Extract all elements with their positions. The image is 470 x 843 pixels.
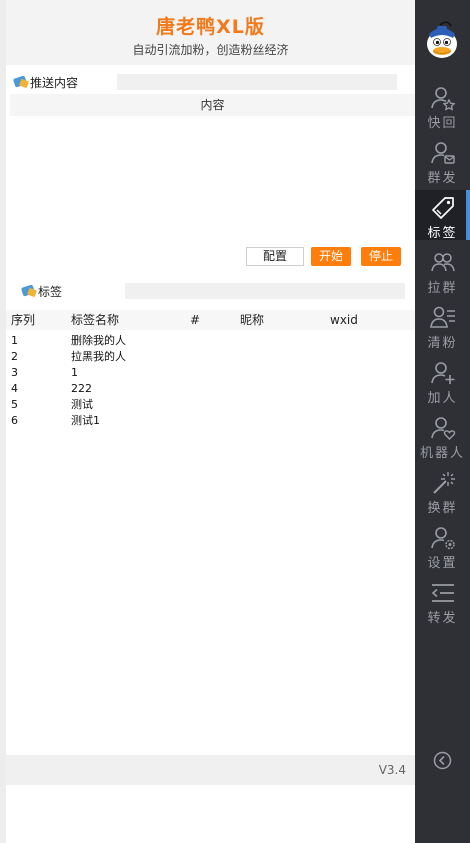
user-star-icon	[430, 87, 455, 111]
cell-tag-name: 拉黑我的人	[71, 350, 126, 363]
tag-table[interactable]: 序列 标签名称 # 昵称 wxid 1 删除我的人 2 拉黑我的人 3 1 4 222 5 测试 6…	[6, 310, 415, 429]
cell-tag-name: 1	[71, 366, 78, 379]
sidebar-item-add-people[interactable]: 加人	[415, 355, 470, 406]
sidebar-item-label: 加人	[427, 391, 458, 406]
table-row[interactable]: 5 测试	[6, 397, 415, 413]
sidebar-item-label: 清粉	[427, 336, 458, 351]
push-section-label: 推送内容	[30, 75, 79, 90]
sidebar-item-label: 换群	[427, 501, 458, 516]
tag-section-bar	[125, 283, 405, 299]
push-section-bar	[117, 74, 397, 90]
column-header-tag-name[interactable]: 标签名称	[71, 310, 119, 330]
tag-table-header: 序列 标签名称 # 昵称 wxid	[6, 310, 415, 330]
column-header-hash[interactable]: #	[190, 310, 200, 330]
table-row[interactable]: 31	[6, 365, 415, 381]
content-column-header: 内容	[10, 94, 415, 116]
sidebar-item-forward[interactable]: 转发	[415, 575, 470, 626]
table-row[interactable]: 2 拉黑我的人	[6, 349, 415, 365]
user-mail-icon	[430, 142, 455, 164]
sidebar-item-settings[interactable]: 设置	[415, 520, 470, 571]
user-heart-icon	[430, 417, 455, 440]
sidebar-item-label: 标签	[427, 226, 458, 241]
sidebar: 快回 群发 标签 拉群 清粉 加人 机器人 换群 设置 转发	[415, 0, 470, 843]
user-list-icon	[429, 306, 455, 328]
sidebar-item-robot[interactable]: 机器人	[415, 410, 470, 461]
cell-tag-name: 测试1	[71, 414, 100, 427]
user-add-icon	[430, 362, 454, 384]
edit-card-icon	[20, 284, 37, 298]
push-section-header: 推送内容	[12, 73, 79, 91]
sidebar-item-label: 设置	[427, 556, 458, 571]
cell-index: 4	[11, 382, 18, 395]
user-gear-icon	[430, 527, 455, 550]
cell-tag-name: 删除我的人	[71, 334, 126, 347]
config-button[interactable]: 配置	[246, 247, 304, 266]
cell-index: 1	[11, 334, 18, 347]
donald-duck-avatar[interactable]	[425, 20, 459, 60]
main-panel: 唐老鸭XL版 自动引流加粉，创造粉丝经济 推送内容 内容 配置 开始 停止 标签…	[0, 0, 415, 843]
app-subtitle: 自动引流加粉，创造粉丝经济	[132, 43, 289, 57]
sidebar-item-label: 转发	[427, 611, 458, 626]
stop-button[interactable]: 停止	[361, 247, 401, 266]
sidebar-item-pull-group[interactable]: 拉群	[415, 245, 470, 296]
sidebar-item-quick-reply[interactable]: 快回	[415, 80, 470, 131]
content-list[interactable]	[10, 116, 415, 242]
group-icon	[430, 253, 455, 272]
column-header-index[interactable]: 序列	[11, 310, 35, 330]
start-button[interactable]: 开始	[311, 247, 351, 266]
column-header-wxid[interactable]: wxid	[330, 310, 358, 330]
column-header-nickname[interactable]: 昵称	[240, 310, 264, 330]
tag-icon	[431, 197, 454, 219]
sidebar-item-tags[interactable]: 标签	[415, 190, 470, 241]
forward-icon	[431, 584, 454, 602]
sidebar-item-label: 拉群	[427, 281, 458, 296]
version-label: V3.4	[378, 763, 406, 777]
cell-index: 5	[11, 398, 18, 411]
table-row[interactable]: 4 222	[6, 381, 415, 397]
sidebar-item-clear-fans[interactable]: 清粉	[415, 300, 470, 351]
cell-index: 6	[11, 414, 18, 427]
sidebar-item-mass-send[interactable]: 群发	[415, 135, 470, 186]
sidebar-item-label: 快回	[427, 116, 458, 131]
wand-icon	[432, 472, 455, 494]
tag-section-label: 标签	[38, 284, 63, 299]
sidebar-item-label: 机器人	[419, 446, 465, 461]
table-row[interactable]: 1 删除我的人	[6, 333, 415, 349]
cell-index: 3	[11, 366, 18, 379]
table-row[interactable]: 6 测试1	[6, 413, 415, 429]
cell-tag-name: 测试	[71, 398, 93, 411]
tag-section-header: 标签	[20, 282, 63, 300]
cell-index: 2	[11, 350, 18, 363]
footer-bar: V3.4	[6, 755, 415, 785]
app-header: 唐老鸭XL版 自动引流加粉，创造粉丝经济	[6, 0, 415, 65]
collapse-chevron-icon[interactable]	[433, 751, 452, 770]
sidebar-item-switch-group[interactable]: 换群	[415, 465, 470, 516]
sidebar-item-label: 群发	[427, 171, 458, 186]
cell-tag-name: 222	[71, 382, 92, 395]
edit-card-icon	[12, 75, 29, 89]
app-title: 唐老鸭XL版	[156, 16, 265, 38]
